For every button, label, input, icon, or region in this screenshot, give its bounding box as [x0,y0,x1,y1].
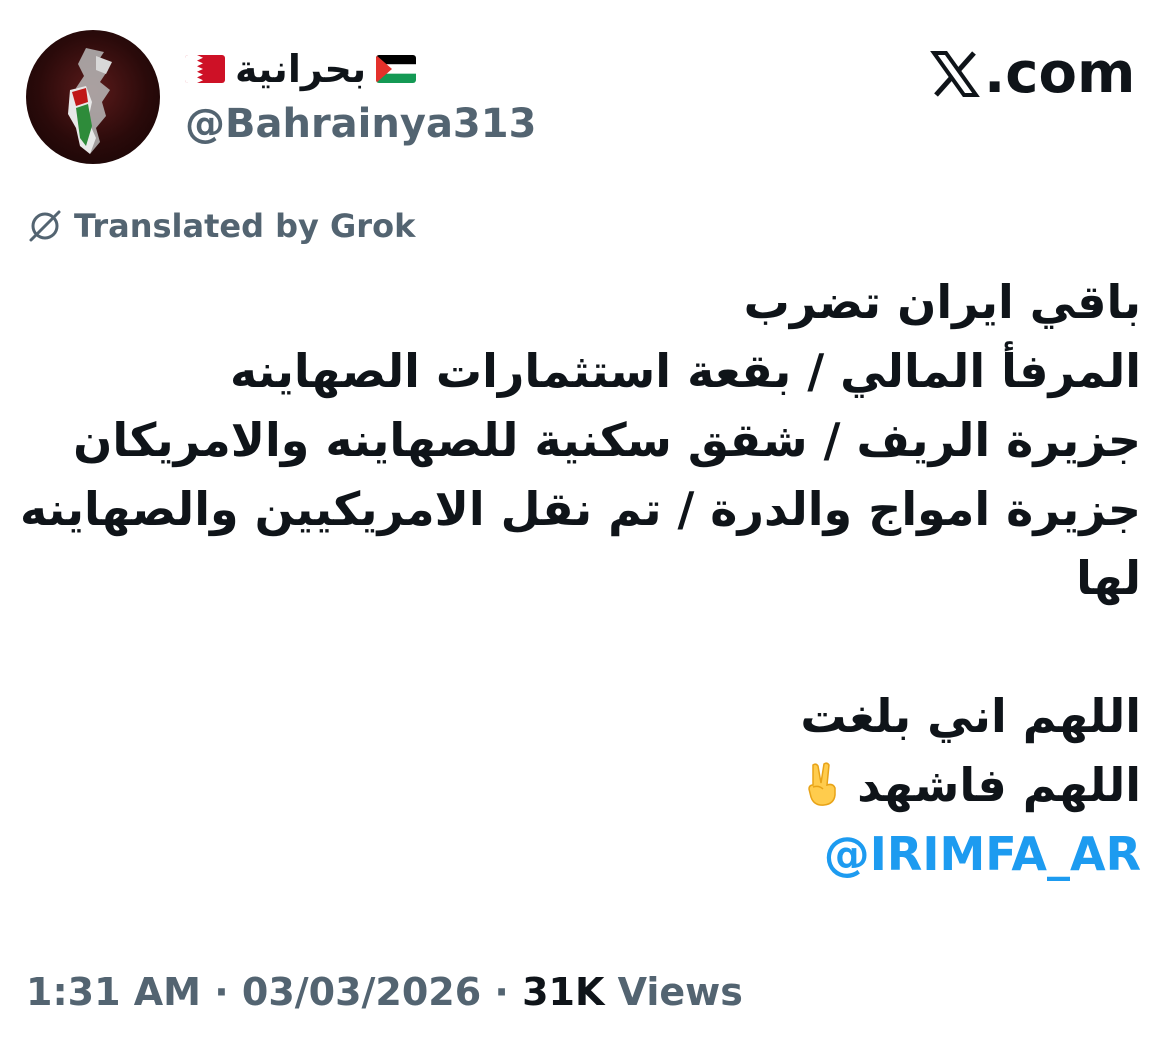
site-domain: .com [984,41,1136,106]
avatar[interactable] [26,30,160,164]
tweet-line: المرفأ المالي / بقعة استثمارات الصهاينه [229,344,1141,398]
bahrain-flag-icon [185,55,225,83]
tweet-text: باقي ايران تضرب المرفأ المالي / بقعة است… [20,268,1141,889]
palestine-flag-icon [376,55,417,83]
tweet-line: باقي ايران تضرب [743,275,1141,329]
tweet-time[interactable]: 1:31 AM [26,970,201,1014]
tweet-line: جزيرة امواج والدرة / تم نقل الامريكيين و… [20,482,1141,536]
avatar-image [68,48,112,154]
tweet-line: اللهم فاشهد [857,758,1141,812]
translation-label: Translated by Grok [74,207,416,245]
tweet-line: اللهم اني بلغت [800,689,1141,743]
views-label: Views [617,970,743,1014]
user-handle[interactable]: @Bahrainya313 [185,100,536,148]
tweet-line-with-emoji: اللهم فاشهد [31,751,1141,820]
meta-separator: · [214,970,229,1014]
views-count: 31K [522,970,605,1014]
tweet-line: جزيرة الريف / شقق سكنية للصهاينه والامري… [73,413,1141,467]
tweet-line: لها [1076,551,1141,605]
display-name-row[interactable]: بحرانية [185,44,417,94]
display-name[interactable]: بحرانية [235,44,366,94]
x-logo-icon [930,49,980,99]
translation-notice[interactable]: Translated by Grok [26,204,415,248]
site-label: .com [930,42,1135,106]
tweet-meta: 1:31 AM · 03/03/2026 · 31K Views [26,966,743,1018]
meta-separator: · [494,970,509,1014]
tweet-date[interactable]: 03/03/2026 [242,970,481,1014]
mention-link[interactable]: @IRIMFA_AR [31,820,1141,889]
victory-hand-icon [803,761,841,807]
grok-icon [26,207,64,245]
